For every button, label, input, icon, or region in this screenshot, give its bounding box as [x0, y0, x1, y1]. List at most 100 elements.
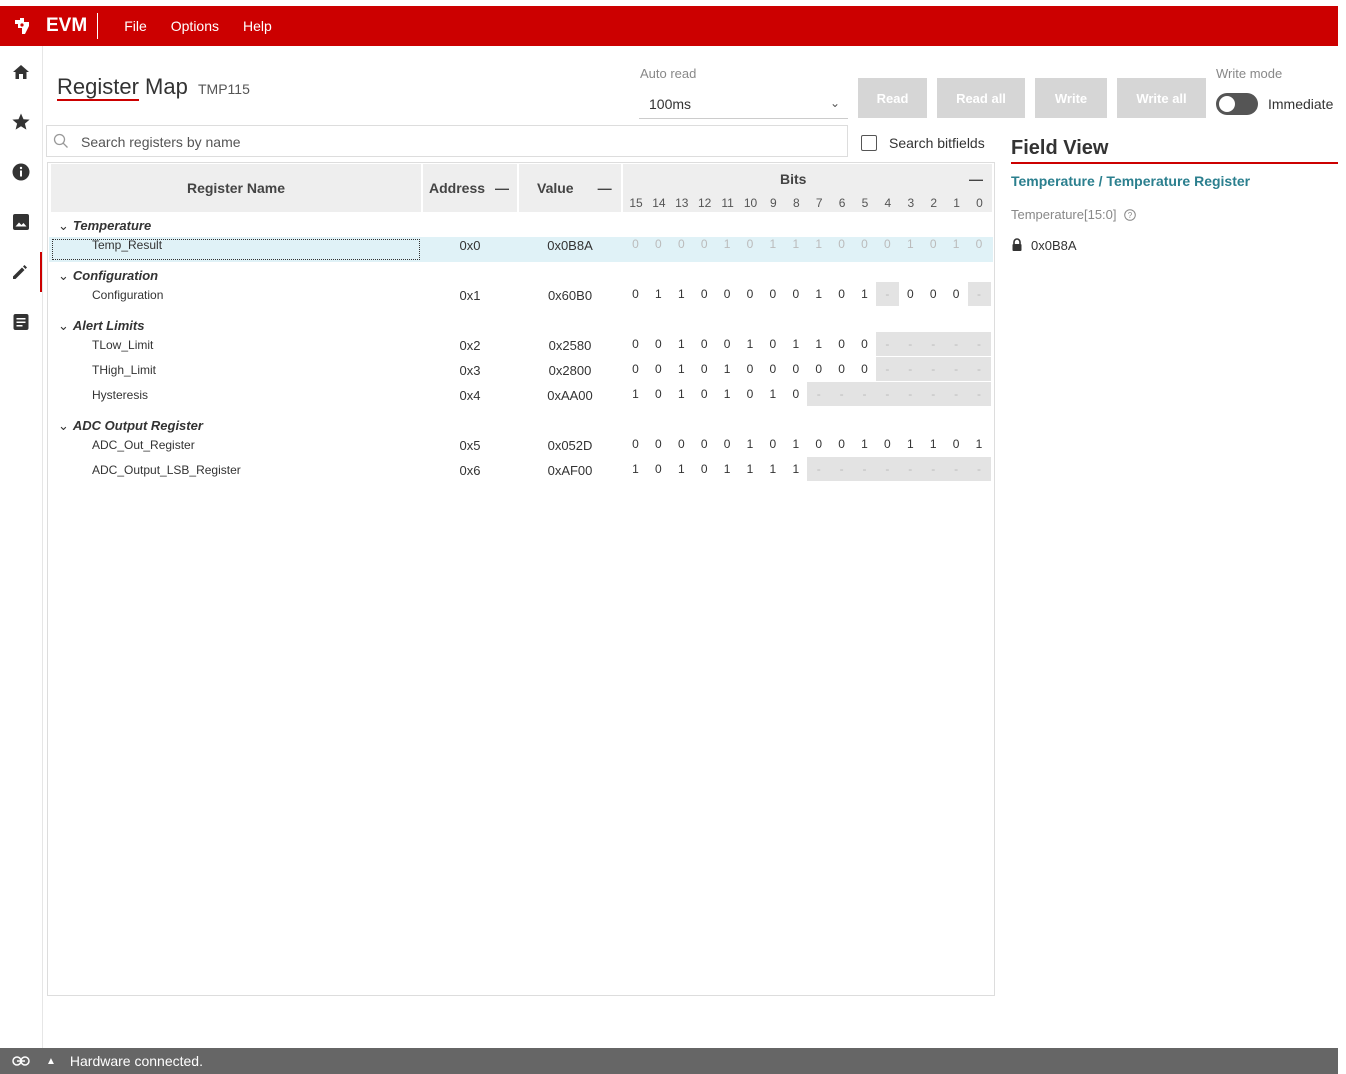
read-button[interactable]: Read	[858, 78, 927, 118]
bit-cell[interactable]: 0	[830, 432, 853, 456]
write-mode-toggle[interactable]	[1216, 93, 1258, 115]
bit-cell[interactable]: 0	[922, 232, 945, 256]
bit-cell[interactable]: 1	[945, 232, 968, 256]
bit-cell[interactable]: 0	[693, 282, 716, 306]
bit-cell[interactable]: 0	[624, 282, 647, 306]
bit-cell[interactable]: 0	[739, 282, 762, 306]
bit-cell[interactable]: 0	[853, 332, 876, 356]
bit-cell[interactable]: 1	[807, 232, 830, 256]
register-address-cell[interactable]: 0x2	[440, 338, 500, 353]
write-button[interactable]: Write	[1035, 78, 1107, 118]
menu-options[interactable]: Options	[163, 18, 235, 34]
bit-cell[interactable]: 0	[693, 432, 716, 456]
star-icon[interactable]	[0, 102, 42, 142]
register-value-cell[interactable]: 0xAF00	[530, 463, 610, 478]
bit-cell[interactable]: 0	[830, 282, 853, 306]
bit-cell[interactable]: 0	[647, 382, 670, 406]
register-value-cell[interactable]: 0x60B0	[530, 288, 610, 303]
bit-cell[interactable]: 1	[670, 357, 693, 381]
bit-cell[interactable]: 1	[922, 432, 945, 456]
bit-cell[interactable]: 0	[647, 457, 670, 481]
register-group-header[interactable]: ⌄ Temperature	[58, 218, 151, 234]
column-header-value[interactable]: Value —	[519, 164, 621, 212]
bit-cell[interactable]: 0	[945, 432, 968, 456]
bit-cell[interactable]: 0	[624, 232, 647, 256]
document-icon[interactable]	[0, 302, 42, 342]
bit-cell[interactable]: 0	[922, 282, 945, 306]
bit-cell[interactable]: 0	[693, 457, 716, 481]
bit-cell[interactable]: 1	[716, 232, 739, 256]
bit-cell[interactable]: 0	[739, 357, 762, 381]
write-all-button[interactable]: Write all	[1117, 78, 1206, 118]
column-header-register-name[interactable]: Register Name	[51, 164, 421, 212]
bit-cell[interactable]: 0	[761, 357, 784, 381]
bit-cell[interactable]: 1	[784, 457, 807, 481]
bit-cell[interactable]: 1	[716, 357, 739, 381]
register-address-cell[interactable]: 0x4	[440, 388, 500, 403]
register-name-cell[interactable]: ADC_Out_Register	[92, 438, 195, 452]
register-name-cell[interactable]: Configuration	[92, 288, 163, 302]
bit-cell[interactable]: 0	[830, 232, 853, 256]
bit-cell[interactable]: 0	[647, 332, 670, 356]
bit-cell[interactable]: 1	[761, 457, 784, 481]
bit-cell[interactable]: 0	[624, 432, 647, 456]
caret-up-icon[interactable]: ▲	[46, 1056, 56, 1067]
bit-cell[interactable]: 0	[784, 357, 807, 381]
register-value-cell[interactable]: 0x052D	[530, 438, 610, 453]
bit-cell[interactable]: 1	[670, 457, 693, 481]
register-address-cell[interactable]: 0x0	[440, 238, 500, 253]
bit-cell[interactable]: 1	[716, 457, 739, 481]
bit-cell[interactable]: 1	[739, 332, 762, 356]
collapse-icon[interactable]: —	[598, 180, 612, 196]
bit-cell[interactable]: 1	[784, 232, 807, 256]
read-all-button[interactable]: Read all	[937, 78, 1025, 118]
bit-cell[interactable]: 1	[899, 232, 922, 256]
image-icon[interactable]	[0, 202, 42, 242]
menu-file[interactable]: File	[116, 18, 163, 34]
register-address-cell[interactable]: 0x3	[440, 363, 500, 378]
bit-cell[interactable]: 0	[807, 357, 830, 381]
column-header-address[interactable]: Address —	[423, 164, 517, 212]
field-view-path[interactable]: Temperature / Temperature Register	[1011, 173, 1250, 189]
bit-cell[interactable]: 0	[739, 232, 762, 256]
register-name-cell[interactable]: THigh_Limit	[92, 363, 156, 377]
bit-cell[interactable]: 1	[624, 382, 647, 406]
bit-cell[interactable]: 0	[945, 282, 968, 306]
bit-cell[interactable]: 1	[853, 282, 876, 306]
bit-cell[interactable]: 0	[784, 282, 807, 306]
bit-cell[interactable]: 0	[830, 357, 853, 381]
register-name-cell[interactable]: TLow_Limit	[92, 338, 153, 352]
bit-cell[interactable]: 0	[693, 232, 716, 256]
auto-read-select[interactable]: 100ms ⌄	[639, 87, 848, 119]
register-group-header[interactable]: ⌄ Configuration	[58, 268, 158, 284]
bit-cell[interactable]: 0	[899, 282, 922, 306]
bit-cell[interactable]: 0	[647, 357, 670, 381]
bit-cell[interactable]: 0	[716, 332, 739, 356]
bit-cell[interactable]: 0	[647, 232, 670, 256]
pencil-icon[interactable]	[0, 252, 42, 292]
bit-cell[interactable]: 0	[624, 357, 647, 381]
bit-cell[interactable]: 0	[761, 432, 784, 456]
register-group-header[interactable]: ⌄ ADC Output Register	[58, 418, 203, 434]
collapse-icon[interactable]: —	[969, 171, 983, 187]
bit-cell[interactable]: 0	[716, 282, 739, 306]
register-address-cell[interactable]: 0x6	[440, 463, 500, 478]
bit-cell[interactable]: 1	[624, 457, 647, 481]
register-name-cell[interactable]: Temp_Result	[92, 238, 162, 252]
bit-cell[interactable]: 1	[761, 382, 784, 406]
register-address-cell[interactable]: 0x5	[440, 438, 500, 453]
bit-cell[interactable]: 0	[761, 332, 784, 356]
register-name-cell[interactable]: Hysteresis	[92, 388, 148, 402]
bit-cell[interactable]: 1	[647, 282, 670, 306]
bit-cell[interactable]: 0	[830, 332, 853, 356]
bit-cell[interactable]: 0	[853, 357, 876, 381]
bit-cell[interactable]: 0	[716, 432, 739, 456]
register-value-cell[interactable]: 0xAA00	[530, 388, 610, 403]
register-address-cell[interactable]: 0x1	[440, 288, 500, 303]
info-icon[interactable]	[0, 152, 42, 192]
bit-cell[interactable]: 1	[784, 332, 807, 356]
bit-cell[interactable]: 1	[784, 432, 807, 456]
search-bitfields-checkbox[interactable]	[861, 135, 877, 151]
bit-cell[interactable]: 0	[807, 432, 830, 456]
bit-cell[interactable]: 0	[968, 232, 991, 256]
